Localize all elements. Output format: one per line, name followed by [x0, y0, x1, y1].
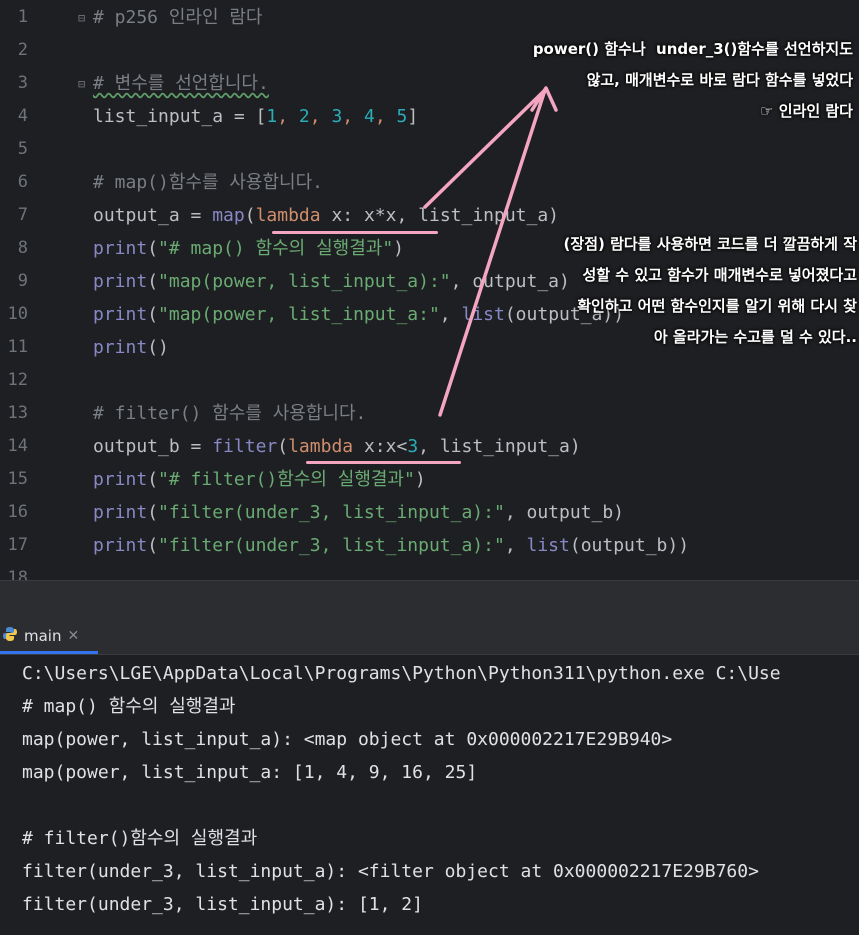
- builtin-token: list: [461, 304, 505, 325]
- code-line-16[interactable]: print("filter(under_3, list_input_a):", …: [93, 496, 624, 529]
- number-token: 3: [331, 106, 343, 127]
- line-number: 1: [17, 7, 28, 27]
- fold-icon[interactable]: ⊟: [78, 77, 90, 91]
- code-token: (): [147, 337, 169, 358]
- highlight-underline: [306, 461, 461, 464]
- string-token: "map(power, list_input_a):": [158, 271, 451, 292]
- run-console-output[interactable]: C:\Users\LGE\AppData\Local\Programs\Pyth…: [0, 655, 859, 935]
- line-number: 10: [7, 304, 28, 324]
- builtin-token: print: [93, 304, 148, 325]
- run-tool-window-header: main ✕: [0, 620, 859, 655]
- console-line: map(power, list_input_a): <map object at…: [22, 729, 673, 750]
- code-line-15[interactable]: print("# filter()함수의 실행결과"): [93, 463, 426, 496]
- console-line: C:\Users\LGE\AppData\Local\Programs\Pyth…: [22, 663, 781, 684]
- builtin-token: print: [93, 502, 148, 523]
- line-number: 6: [17, 172, 28, 192]
- code-token: (: [244, 205, 256, 226]
- code-token: , output_b): [504, 502, 625, 523]
- console-line: # filter()함수의 실행결과: [22, 828, 258, 849]
- line-number: 4: [17, 106, 28, 126]
- code-line-1[interactable]: # p256 인라인 람다: [93, 1, 263, 34]
- string-token: "filter(under_3, list_input_a):": [158, 502, 505, 523]
- string-token: "map(power, list_input_a:": [158, 304, 440, 325]
- code-token: output_a =: [93, 205, 213, 226]
- code-token: output_b =: [93, 436, 213, 457]
- annotation-middle: (장점) 람다를 사용하면 코드를 더 깔끔하게 작 성할 수 있고 함수가 매…: [563, 235, 857, 346]
- line-number: 14: [7, 436, 28, 456]
- code-line-7[interactable]: output_a = map(lambda x: x*x, list_input…: [93, 199, 559, 232]
- comment-text: # 변수를 선언합니다.: [93, 73, 269, 94]
- line-number: 7: [17, 205, 28, 225]
- code-line-9[interactable]: print("map(power, list_input_a):", outpu…: [93, 265, 570, 298]
- number-token: 4: [363, 106, 375, 127]
- line-number-gutter: 1 2 3 4 5 6 7 8 9 10 11 12 13 14 15 16 1…: [0, 0, 64, 580]
- console-line: # map() 함수의 실행결과: [22, 696, 236, 717]
- line-number: 18: [7, 568, 28, 580]
- code-token: (output_b)): [569, 535, 690, 556]
- builtin-token: print: [93, 271, 148, 292]
- comment-text: # map()함수를 사용합니다.: [93, 172, 324, 193]
- code-line-6[interactable]: # map()함수를 사용합니다.: [93, 166, 323, 199]
- code-token: ): [414, 469, 426, 490]
- keyword-lambda: lambda: [255, 205, 321, 226]
- close-icon[interactable]: ✕: [67, 628, 79, 644]
- line-number: 17: [7, 535, 28, 555]
- line-number: 12: [7, 370, 28, 390]
- code-token: ): [393, 238, 405, 259]
- console-line: map(power, list_input_a: [1, 4, 9, 16, 2…: [22, 762, 478, 783]
- line-number: 16: [7, 502, 28, 522]
- annotation-top: power() 함수나 under_3()함수를 선언하지도 않고, 매개변수로…: [532, 40, 853, 120]
- code-line-13[interactable]: # filter() 함수를 사용합니다.: [93, 397, 366, 430]
- code-line-10[interactable]: print("map(power, list_input_a:", list(o…: [93, 298, 624, 331]
- fold-icon[interactable]: ⊟: [78, 11, 90, 25]
- line-number: 9: [17, 271, 28, 291]
- code-token: ]: [407, 106, 419, 127]
- builtin-token: list: [526, 535, 570, 556]
- code-line-8[interactable]: print("# map() 함수의 실행결과"): [93, 232, 404, 265]
- line-number: 15: [7, 469, 28, 489]
- code-line-4[interactable]: list_input_a = [1, 2, 3, 4, 5]: [93, 100, 418, 133]
- run-tab-label: main: [24, 626, 62, 645]
- code-token: x: x*x, list_input_a): [320, 205, 560, 226]
- line-number: 13: [7, 403, 28, 423]
- code-line-3[interactable]: # 변수를 선언합니다.: [93, 67, 269, 100]
- python-icon: [2, 626, 18, 646]
- code-token: ,: [439, 304, 462, 325]
- builtin-token: filter: [212, 436, 278, 457]
- code-editor[interactable]: 1 2 3 4 5 6 7 8 9 10 11 12 13 14 15 16 1…: [0, 0, 859, 580]
- code-token: , output_a): [450, 271, 570, 292]
- code-token: (: [277, 436, 289, 457]
- string-token: "filter(under_3, list_input_a):": [158, 535, 505, 556]
- code-token: x:x<: [353, 436, 408, 457]
- keyword-lambda: lambda: [288, 436, 354, 457]
- code-token: , list_input_a): [418, 436, 581, 457]
- console-line: filter(under_3, list_input_a): [1, 2]: [22, 894, 423, 915]
- comment-text: # filter() 함수를 사용합니다.: [93, 403, 367, 424]
- line-number: 3: [17, 73, 28, 93]
- code-token: list_input_a = [: [93, 106, 267, 127]
- line-number: 8: [17, 238, 28, 258]
- highlight-underline: [272, 231, 438, 234]
- line-number: 2: [17, 40, 28, 60]
- line-number: 11: [7, 337, 28, 357]
- string-token: "# filter()함수의 실행결과": [158, 469, 415, 490]
- code-line-14[interactable]: output_b = filter(lambda x:x<3, list_inp…: [93, 430, 581, 463]
- builtin-token: print: [93, 535, 148, 556]
- run-tab-main[interactable]: main ✕: [0, 620, 98, 654]
- line-number: 5: [17, 139, 28, 159]
- number-token: 5: [396, 106, 408, 127]
- builtin-token: map: [212, 205, 245, 226]
- code-line-17[interactable]: print("filter(under_3, list_input_a):", …: [93, 529, 689, 562]
- console-line: filter(under_3, list_input_a): <filter o…: [22, 861, 759, 882]
- builtin-token: print: [93, 469, 148, 490]
- string-token: "# map() 함수의 실행결과": [158, 238, 394, 259]
- editor-bottom-bar: [0, 580, 859, 621]
- code-line-11[interactable]: print(): [93, 331, 169, 364]
- builtin-token: print: [93, 337, 148, 358]
- number-token: 1: [266, 106, 278, 127]
- builtin-token: print: [93, 238, 148, 259]
- number-token: 3: [407, 436, 419, 457]
- code-token: ,: [504, 535, 527, 556]
- number-token: 2: [298, 106, 310, 127]
